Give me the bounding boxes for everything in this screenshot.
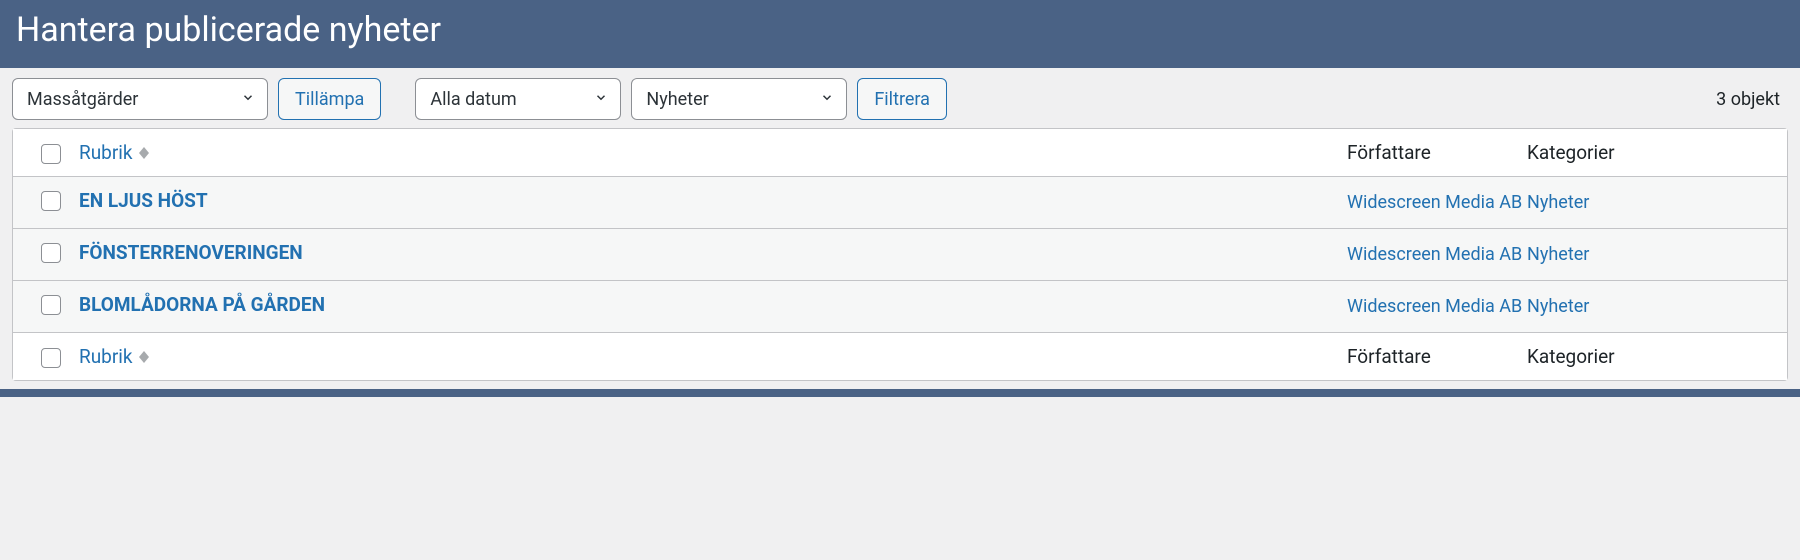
sort-icon	[139, 147, 149, 159]
row-checkbox[interactable]	[41, 191, 61, 211]
row-author-link[interactable]: Widescreen Media AB	[1347, 244, 1522, 265]
column-footer-title-label: Rubrik	[79, 345, 133, 368]
row-title-link[interactable]: FÖNSTERRENOVERINGEN	[79, 241, 303, 264]
chevron-down-icon	[241, 89, 255, 110]
select-all-checkbox[interactable]	[41, 144, 61, 164]
select-all-checkbox-footer[interactable]	[41, 348, 61, 368]
column-header-categories: Kategorier	[1527, 141, 1615, 164]
table-footer-row: Rubrik Författare Kategorier	[13, 333, 1787, 380]
table-row: EN LJUS HÖST Widescreen Media AB Nyheter	[13, 177, 1787, 229]
chevron-down-icon	[594, 89, 608, 110]
filter-button[interactable]: Filtrera	[857, 78, 947, 120]
row-author-link[interactable]: Widescreen Media AB	[1347, 192, 1522, 213]
column-header-title-label: Rubrik	[79, 141, 133, 164]
row-category-link[interactable]: Nyheter	[1527, 244, 1589, 265]
row-checkbox[interactable]	[41, 295, 61, 315]
row-title-link[interactable]: BLOMLÅDORNA PÅ GÅRDEN	[79, 293, 325, 316]
bulk-actions-selected: Massåtgärder	[27, 89, 138, 110]
apply-button[interactable]: Tillämpa	[278, 78, 381, 120]
column-header-title[interactable]: Rubrik	[79, 141, 149, 164]
row-checkbox[interactable]	[41, 243, 61, 263]
date-filter-select[interactable]: Alla datum	[415, 78, 621, 120]
bulk-actions-select[interactable]: Massåtgärder	[12, 78, 268, 120]
row-author-link[interactable]: Widescreen Media AB	[1347, 296, 1522, 317]
row-category-link[interactable]: Nyheter	[1527, 192, 1589, 213]
footer-bar	[0, 389, 1800, 397]
column-footer-author: Författare	[1347, 345, 1431, 368]
toolbar: Massåtgärder Tillämpa Alla datum Nyheter…	[0, 68, 1800, 128]
page-header: Hantera publicerade nyheter	[0, 0, 1800, 68]
table-row: BLOMLÅDORNA PÅ GÅRDEN Widescreen Media A…	[13, 281, 1787, 333]
column-footer-categories: Kategorier	[1527, 345, 1615, 368]
table-header-row: Rubrik Författare Kategorier	[13, 129, 1787, 177]
table-row: FÖNSTERRENOVERINGEN Widescreen Media AB …	[13, 229, 1787, 281]
sort-icon	[139, 351, 149, 363]
category-filter-selected: Nyheter	[646, 89, 708, 110]
row-title-link[interactable]: EN LJUS HÖST	[79, 189, 208, 212]
row-category-link[interactable]: Nyheter	[1527, 296, 1589, 317]
toolbar-left: Massåtgärder Tillämpa Alla datum Nyheter…	[12, 78, 1706, 120]
chevron-down-icon	[820, 89, 834, 110]
page-title: Hantera publicerade nyheter	[16, 10, 1784, 50]
category-filter-select[interactable]: Nyheter	[631, 78, 847, 120]
column-header-author: Författare	[1347, 141, 1431, 164]
posts-table: Rubrik Författare Kategorier EN LJUS H	[12, 128, 1788, 381]
column-footer-title[interactable]: Rubrik	[79, 345, 149, 368]
item-count: 3 objekt	[1716, 89, 1788, 110]
date-filter-selected: Alla datum	[430, 89, 516, 110]
